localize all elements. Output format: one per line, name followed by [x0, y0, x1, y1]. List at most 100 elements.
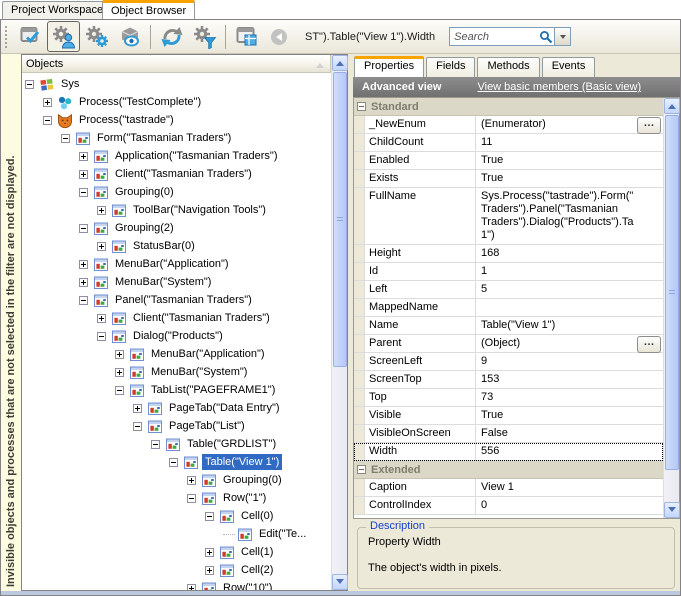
- property-value[interactable]: (Object): [476, 335, 663, 352]
- basic-view-link[interactable]: View basic members (Basic view): [477, 81, 641, 93]
- collapse-toggle[interactable]: [151, 440, 160, 449]
- collapse-toggle[interactable]: [115, 386, 124, 395]
- tree-node[interactable]: Cell(1): [22, 543, 331, 561]
- property-row[interactable]: ScreenTop153: [354, 371, 663, 389]
- expand-toggle[interactable]: [133, 404, 142, 413]
- property-row[interactable]: Left5: [354, 281, 663, 299]
- tree-node[interactable]: Row("10"): [22, 579, 331, 590]
- tree-node[interactable]: Dialog("Products"): [22, 327, 331, 345]
- tree-node[interactable]: TabList("PAGEFRAME1"): [22, 381, 331, 399]
- property-value[interactable]: 1: [476, 263, 663, 280]
- collapse-toggle[interactable]: [357, 465, 366, 474]
- object-spy-button[interactable]: [113, 21, 146, 52]
- refresh-button[interactable]: [155, 21, 188, 52]
- property-value[interactable]: 9: [476, 353, 663, 370]
- property-value[interactable]: 5: [476, 281, 663, 298]
- property-row[interactable]: EnabledTrue: [354, 152, 663, 170]
- collapse-toggle[interactable]: [133, 422, 142, 431]
- object-browser-settings-button[interactable]: [80, 21, 113, 52]
- property-row[interactable]: FullNameSys.Process("tastrade").Form(" T…: [354, 188, 663, 245]
- panel-layout-button[interactable]: [230, 21, 263, 52]
- property-row[interactable]: VisibleTrue: [354, 407, 663, 425]
- ellipsis-button[interactable]: …: [637, 336, 661, 353]
- property-value[interactable]: 168: [476, 245, 663, 262]
- scroll-down-button[interactable]: [664, 502, 680, 518]
- collapse-toggle[interactable]: [61, 134, 70, 143]
- property-row[interactable]: Parent(Object)…: [354, 335, 663, 353]
- property-row[interactable]: Width556: [354, 443, 663, 461]
- tree-node[interactable]: Client("Tasmanian Traders"): [22, 309, 331, 327]
- expand-toggle[interactable]: [79, 260, 88, 269]
- tree-node[interactable]: MenuBar("Application"): [22, 345, 331, 363]
- tree-node[interactable]: Edit("Te...: [22, 525, 331, 543]
- property-value[interactable]: False: [476, 425, 663, 442]
- expand-toggle[interactable]: [187, 584, 196, 591]
- toolbar-grip[interactable]: [5, 26, 11, 48]
- tree-node[interactable]: Cell(2): [22, 561, 331, 579]
- tree-node[interactable]: Grouping(0): [22, 183, 331, 201]
- collapse-toggle[interactable]: [79, 188, 88, 197]
- scroll-thumb[interactable]: [665, 115, 679, 470]
- scroll-thumb[interactable]: [333, 72, 347, 367]
- tree-node[interactable]: Table("GRDLIST"): [22, 435, 331, 453]
- tree-node[interactable]: Client("Tasmanian Traders"): [22, 165, 331, 183]
- collapse-toggle[interactable]: [79, 296, 88, 305]
- tree-node[interactable]: Application("Tasmanian Traders"): [22, 147, 331, 165]
- expand-toggle[interactable]: [97, 206, 106, 215]
- expand-toggle[interactable]: [187, 476, 196, 485]
- tree-node[interactable]: Process("TestComplete"): [22, 93, 331, 111]
- property-row[interactable]: ExistsTrue: [354, 170, 663, 188]
- property-value[interactable]: True: [476, 170, 663, 187]
- tree-node[interactable]: Panel("Tasmanian Traders"): [22, 291, 331, 309]
- tab-properties[interactable]: Properties: [354, 56, 424, 77]
- property-value[interactable]: 153: [476, 371, 663, 388]
- tab-project-workspace[interactable]: Project Workspace: [2, 1, 112, 19]
- scroll-down-button[interactable]: [332, 574, 348, 590]
- property-row[interactable]: NameTable("View 1"): [354, 317, 663, 335]
- collapse-toggle[interactable]: [79, 224, 88, 233]
- collapse-toggle[interactable]: [169, 458, 178, 467]
- property-row[interactable]: MappedName: [354, 299, 663, 317]
- property-row[interactable]: ControlIndex0: [354, 497, 663, 515]
- expand-toggle[interactable]: [97, 242, 106, 251]
- tree-node[interactable]: Table("View 1"): [22, 453, 331, 471]
- property-value[interactable]: True: [476, 152, 663, 169]
- ellipsis-button[interactable]: …: [637, 117, 661, 134]
- property-value[interactable]: 556: [476, 443, 663, 460]
- tab-methods[interactable]: Methods: [477, 57, 539, 77]
- navigate-back-button[interactable]: [271, 29, 287, 45]
- property-value[interactable]: True: [476, 407, 663, 424]
- scroll-up-button[interactable]: [332, 55, 348, 71]
- property-value[interactable]: Sys.Process("tastrade").Form(" Traders")…: [476, 188, 663, 244]
- search-input[interactable]: [450, 31, 539, 43]
- show-processes-button[interactable]: [47, 21, 80, 52]
- tree-node[interactable]: Grouping(2): [22, 219, 331, 237]
- property-section-header[interactable]: Extended: [354, 461, 663, 479]
- tab-object-browser[interactable]: Object Browser: [102, 0, 195, 19]
- tree-node[interactable]: Process("tastrade"): [22, 111, 331, 129]
- search-icon[interactable]: [539, 30, 553, 44]
- tree-node[interactable]: StatusBar(0): [22, 237, 331, 255]
- tree-node[interactable]: ToolBar("Navigation Tools"): [22, 201, 331, 219]
- property-row[interactable]: VisibleOnScreenFalse: [354, 425, 663, 443]
- search-options-dropdown[interactable]: [555, 27, 571, 46]
- collapse-toggle[interactable]: [205, 512, 214, 521]
- tree-node[interactable]: PageTab("List"): [22, 417, 331, 435]
- collapse-toggle[interactable]: [357, 102, 366, 111]
- expand-toggle[interactable]: [79, 152, 88, 161]
- collapse-toggle[interactable]: [25, 80, 34, 89]
- expand-toggle[interactable]: [79, 170, 88, 179]
- expand-toggle[interactable]: [79, 278, 88, 287]
- scroll-up-button[interactable]: [664, 98, 680, 114]
- property-row[interactable]: ChildCount11: [354, 134, 663, 152]
- property-row[interactable]: ScreenLeft9: [354, 353, 663, 371]
- property-section-header[interactable]: Standard: [354, 98, 663, 116]
- tree-scrollbar[interactable]: [331, 55, 347, 590]
- property-row[interactable]: CaptionView 1: [354, 479, 663, 497]
- tab-events[interactable]: Events: [542, 57, 596, 77]
- tab-fields[interactable]: Fields: [426, 57, 475, 77]
- collapse-toggle[interactable]: [43, 116, 52, 125]
- property-row[interactable]: Top73: [354, 389, 663, 407]
- tree-node[interactable]: Sys: [22, 75, 331, 93]
- collapse-toggle[interactable]: [97, 332, 106, 341]
